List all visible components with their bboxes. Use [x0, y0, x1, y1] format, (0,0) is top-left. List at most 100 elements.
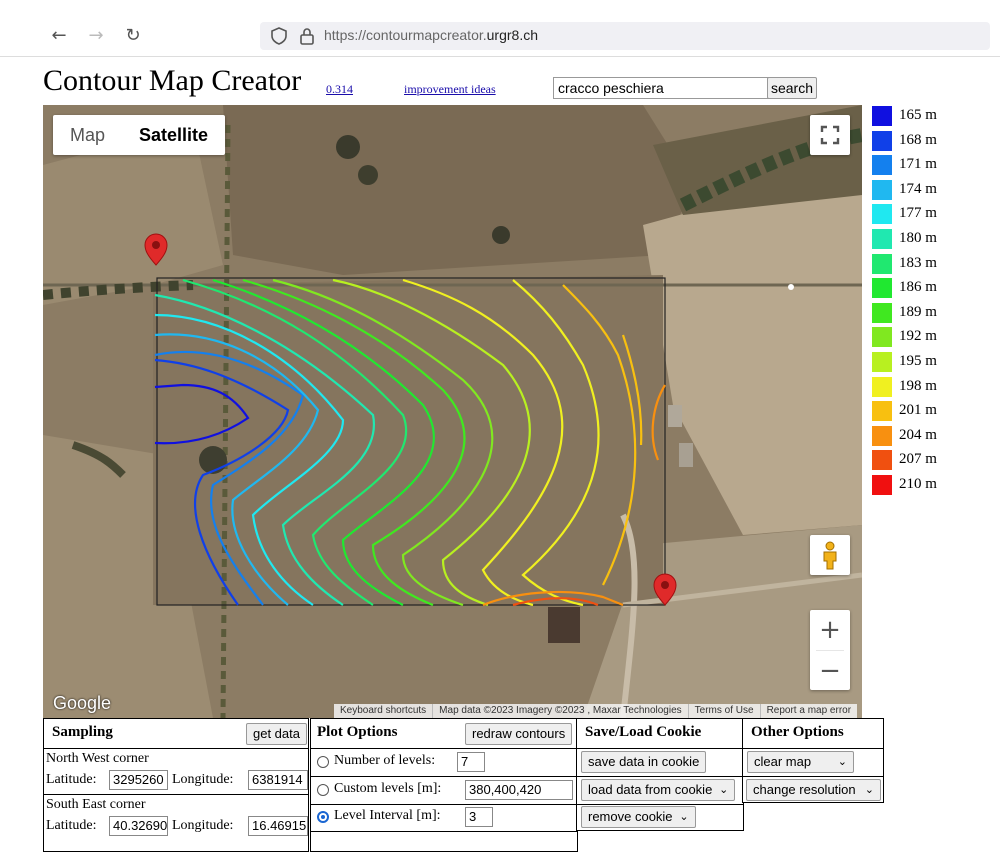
- pegman-icon: [823, 541, 837, 570]
- search-button[interactable]: search: [767, 77, 817, 99]
- custom-levels-label: Custom levels [m]:: [334, 781, 442, 796]
- sampling-title: Sampling: [52, 724, 113, 740]
- address-bar[interactable]: https://contourmapcreator.urgr8.ch: [260, 22, 990, 50]
- map-data-text: Map data ©2023 Imagery ©2023 , Maxar Tec…: [432, 704, 687, 718]
- load-cookie-dropdown[interactable]: load data from cookie ⌄: [581, 779, 736, 801]
- plot-options-title: Plot Options: [317, 724, 398, 740]
- google-logo: Google: [53, 693, 112, 713]
- nw-latitude-label: Latitude:: [46, 772, 97, 787]
- legend-label: 198 m: [899, 377, 937, 394]
- number-of-levels-input[interactable]: 7: [457, 752, 485, 772]
- custom-levels-input[interactable]: 380,400,420: [465, 780, 573, 800]
- forward-icon[interactable]: →: [84, 24, 108, 48]
- map-type-map-button[interactable]: Map: [53, 115, 122, 155]
- legend-swatch: [872, 302, 892, 323]
- keyboard-shortcuts-link[interactable]: Keyboard shortcuts: [334, 704, 432, 718]
- search-input[interactable]: [553, 77, 769, 99]
- legend-swatch: [872, 327, 892, 348]
- custom-levels-radio[interactable]: [317, 784, 329, 796]
- legend-label: 192 m: [899, 328, 937, 345]
- number-of-levels-radio[interactable]: [317, 756, 329, 768]
- legend-label: 165 m: [899, 107, 937, 123]
- street-view-button[interactable]: [810, 535, 850, 575]
- get-data-button[interactable]: get data: [246, 723, 307, 745]
- fullscreen-icon: [820, 125, 840, 145]
- cookie-panel: Save/Load Cookie save data in cookie loa…: [576, 718, 744, 831]
- legend-swatch: [872, 425, 892, 446]
- legend-label: 177 m: [899, 205, 937, 222]
- change-resolution-dropdown[interactable]: change resolution ⌄: [746, 779, 881, 801]
- lock-icon: [300, 28, 314, 45]
- legend-label: 204 m: [899, 426, 937, 443]
- legend-label: 171 m: [899, 156, 937, 173]
- legend-label: 186 m: [899, 279, 937, 296]
- legend-swatch: [872, 253, 892, 274]
- nw-latitude-input[interactable]: 3295260: [109, 770, 168, 790]
- satellite-imagery: [43, 105, 862, 718]
- se-corner-label: South East corner: [46, 797, 146, 812]
- zoom-in-button[interactable]: +: [810, 610, 850, 650]
- redraw-contours-button[interactable]: redraw contours: [465, 723, 573, 745]
- reload-icon[interactable]: ↻: [121, 24, 145, 48]
- legend-swatch: [872, 278, 892, 299]
- legend-label: 183 m: [899, 254, 937, 271]
- level-interval-label: Level Interval [m]:: [334, 808, 441, 823]
- sampling-panel: Sampling get data North West corner Lati…: [43, 718, 309, 852]
- chevron-down-icon: ⌄: [679, 811, 689, 823]
- level-interval-input[interactable]: 3: [465, 807, 493, 827]
- legend-label: 180 m: [899, 229, 937, 246]
- se-longitude-label: Longitude:: [172, 818, 234, 833]
- plot-options-panel: Plot Options redraw contours Number of l…: [310, 718, 578, 852]
- se-latitude-label: Latitude:: [46, 818, 97, 833]
- other-options-title: Other Options: [751, 724, 844, 740]
- number-of-levels-label: Number of levels:: [334, 753, 436, 768]
- chevron-down-icon: ⌄: [837, 756, 847, 768]
- legend-label: 210 m: [899, 475, 937, 492]
- se-latitude-input[interactable]: 40.32690: [109, 816, 168, 836]
- legend-swatch: [872, 474, 892, 495]
- cookie-title: Save/Load Cookie: [585, 724, 702, 740]
- improvement-ideas-link[interactable]: improvement ideas: [404, 82, 496, 97]
- legend-label: 168 m: [899, 131, 937, 148]
- fullscreen-button[interactable]: [810, 115, 850, 155]
- map-type-satellite-button[interactable]: Satellite: [122, 115, 225, 155]
- legend-swatch: [872, 351, 892, 372]
- legend-swatch: [872, 106, 892, 126]
- level-interval-radio[interactable]: [317, 811, 329, 823]
- other-options-panel: Other Options clear map ⌄ change resoluti…: [742, 718, 884, 803]
- nw-corner-label: North West corner: [46, 751, 149, 766]
- zoom-control: + −: [810, 610, 850, 690]
- map-attribution: Keyboard shortcuts Map data ©2023 Imager…: [334, 704, 858, 718]
- legend-swatch: [872, 204, 892, 225]
- shield-icon: [271, 27, 287, 45]
- legend-label: 207 m: [899, 451, 937, 468]
- legend-swatch: [872, 401, 892, 422]
- se-longitude-input[interactable]: 16.46915: [248, 816, 308, 836]
- chevron-down-icon: ⌄: [864, 784, 874, 796]
- legend-swatch: [872, 130, 892, 151]
- chevron-down-icon: ⌄: [719, 784, 729, 796]
- terms-of-use-link[interactable]: Terms of Use: [687, 704, 760, 718]
- zoom-out-button[interactable]: −: [810, 651, 850, 691]
- legend-swatch: [872, 228, 892, 249]
- clear-map-dropdown[interactable]: clear map ⌄: [747, 751, 854, 773]
- version-link[interactable]: 0.314: [326, 82, 353, 97]
- legend-label: 189 m: [899, 303, 937, 320]
- page-title: Contour Map Creator: [43, 64, 302, 97]
- url-text: https://contourmapcreator.urgr8.ch: [324, 27, 538, 43]
- map-type-control: Map Satellite: [53, 115, 226, 155]
- remove-cookie-dropdown[interactable]: remove cookie ⌄: [581, 806, 696, 828]
- browser-toolbar: ← → ↻ https://contourmapcreator.urgr8.ch: [0, 0, 1000, 58]
- nw-longitude-input[interactable]: 6381914: [248, 770, 308, 790]
- legend-swatch: [872, 155, 892, 176]
- report-map-error-link[interactable]: Report a map error: [759, 704, 857, 718]
- save-cookie-button[interactable]: save data in cookie: [581, 751, 707, 773]
- back-icon[interactable]: ←: [47, 24, 71, 48]
- legend-swatch: [872, 450, 892, 471]
- nw-longitude-label: Longitude:: [172, 772, 234, 787]
- map-view[interactable]: Map Satellite + − Google Keyboard shortc…: [43, 105, 862, 718]
- legend-label: 195 m: [899, 352, 937, 369]
- legend-swatch: [872, 376, 892, 397]
- legend-label: 174 m: [899, 180, 937, 197]
- legend-swatch: [872, 179, 892, 200]
